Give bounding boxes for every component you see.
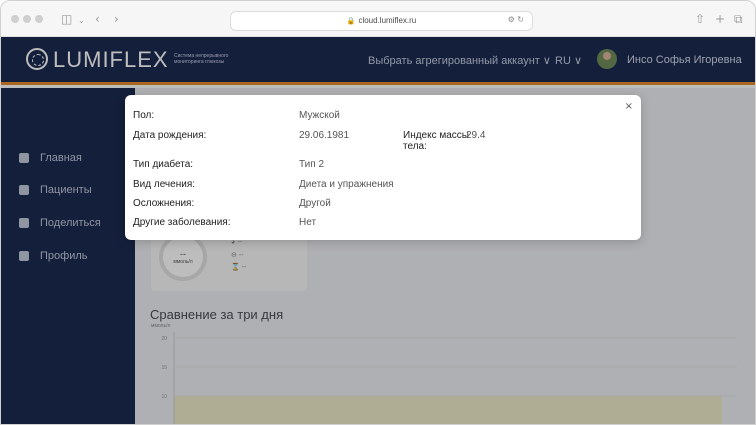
back-icon[interactable]: ‹ xyxy=(95,12,100,26)
gender-value: Мужской xyxy=(299,110,340,121)
gender-label: Пол: xyxy=(133,110,155,121)
lock-icon: 🔒 xyxy=(346,18,356,25)
complications-value: Другой xyxy=(299,198,331,209)
url-display: 🔒 cloud.lumiflex.ru xyxy=(231,16,532,25)
zoom-window-button[interactable] xyxy=(35,15,43,23)
treatment-label: Вид лечения: xyxy=(133,179,196,190)
birthdate-value: 29.06.1981 xyxy=(299,130,350,141)
diabetes-type-label: Тип диабета: xyxy=(133,159,194,170)
browser-toolbar: ◫ ⌄ ‹ › 🔒 cloud.lumiflex.ru ⚙ ↻ ⇧ + ⧉ xyxy=(1,1,755,37)
close-window-button[interactable] xyxy=(11,15,19,23)
address-bar[interactable]: 🔒 cloud.lumiflex.ru ⚙ ↻ xyxy=(230,11,533,31)
minimize-window-button[interactable] xyxy=(23,15,31,23)
complications-label: Осложнения: xyxy=(133,198,195,209)
chevron-down-icon[interactable]: ⌄ xyxy=(78,14,85,28)
tab-overview-icon[interactable]: ⧉ xyxy=(734,12,743,26)
diabetes-type-value: Тип 2 xyxy=(299,159,325,170)
browser-window: ◫ ⌄ ‹ › 🔒 cloud.lumiflex.ru ⚙ ↻ ⇧ + ⧉ LUM… xyxy=(0,0,756,425)
other-diseases-label: Другие заболевания: xyxy=(133,217,231,228)
translate-icon[interactable]: ⚙ ↻ xyxy=(508,15,524,24)
close-icon[interactable]: × xyxy=(625,101,633,112)
patient-info-modal: × Пол: Мужской Дата рождения: 29.06.1981… xyxy=(125,95,641,240)
bmi-value: 29.4 xyxy=(466,130,486,141)
treatment-value: Диета и упражнения xyxy=(299,179,394,190)
url-text: cloud.lumiflex.ru xyxy=(358,16,417,25)
other-diseases-value: Нет xyxy=(299,217,317,228)
forward-icon[interactable]: › xyxy=(114,12,119,26)
sidebar-toggle-icon[interactable]: ◫ xyxy=(61,12,72,26)
new-tab-icon[interactable]: + xyxy=(715,12,725,26)
birthdate-label: Дата рождения: xyxy=(133,130,207,141)
bmi-label: Индекс массы тела: xyxy=(403,130,469,152)
share-page-icon[interactable]: ⇧ xyxy=(695,12,705,26)
